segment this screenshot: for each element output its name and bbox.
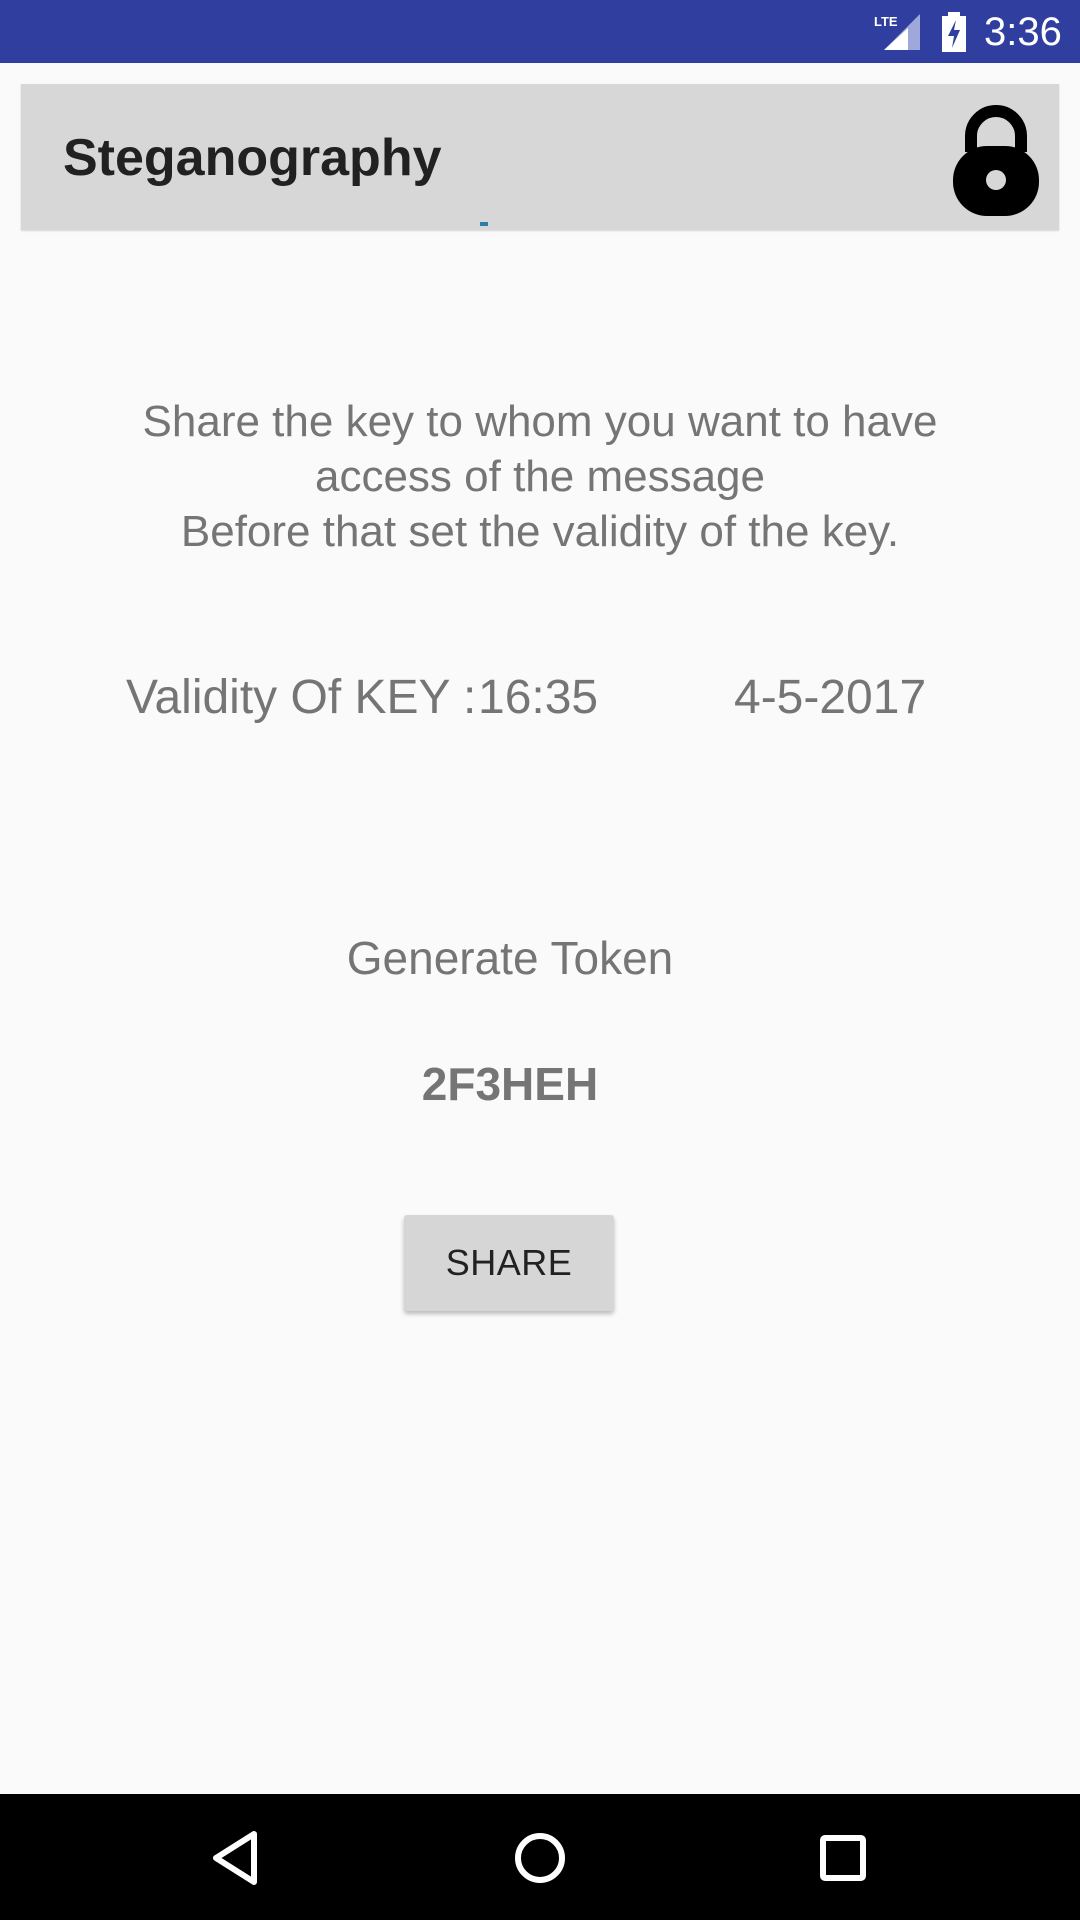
instruction-line: Before that set the validity of the key. [180, 507, 900, 556]
back-triangle-icon[interactable] [196, 1818, 276, 1898]
token-value: 2F3HEH [421, 1058, 599, 1110]
validity-label: Validity Of KEY : [126, 671, 477, 724]
validity-time[interactable]: 16:35 [478, 670, 598, 726]
navigation-bar [0, 1794, 1080, 1920]
validity-row: Validity Of KEY : 16:35 4-5-2017 [126, 670, 986, 730]
validity-date[interactable]: 4-5-2017 [734, 670, 926, 726]
lte-signal-icon: LTE [874, 14, 920, 50]
status-bar: LTE 3:36 [0, 0, 1080, 63]
indicator-mark [480, 222, 488, 226]
recents-square-icon[interactable] [803, 1818, 883, 1898]
lte-label: LTE [874, 14, 898, 29]
battery-charging-icon [942, 12, 966, 52]
instruction-line: access of the message [314, 452, 765, 501]
generate-token-button[interactable]: Generate Token [240, 930, 780, 986]
home-circle-icon[interactable] [500, 1818, 580, 1898]
screen: LTE 3:36 Steganography Share the key to … [0, 0, 1080, 1920]
lock-icon[interactable] [951, 100, 1041, 218]
instruction-line: Share the key to whom you want to have [142, 397, 938, 446]
app-bar: Steganography [21, 84, 1059, 230]
instruction-text: Share the key to whom you want to have a… [60, 394, 1020, 559]
status-time: 3:36 [984, 10, 1062, 54]
app-title: Steganography [63, 129, 442, 187]
share-button[interactable]: SHARE [404, 1215, 614, 1311]
